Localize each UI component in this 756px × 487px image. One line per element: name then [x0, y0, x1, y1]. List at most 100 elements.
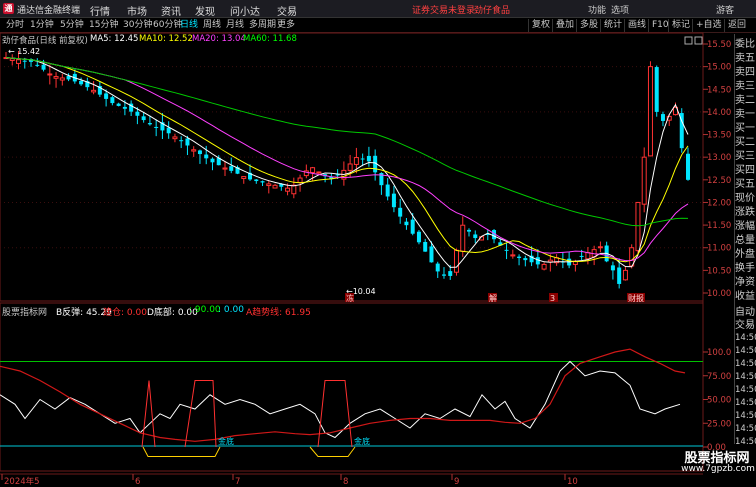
candle-body [241, 176, 247, 179]
candle-body [610, 265, 615, 271]
golden-bottom-label: 金底 [218, 436, 234, 446]
quote-row-label: 委比 [735, 39, 755, 50]
candle-body [547, 259, 553, 263]
candle-body [517, 256, 522, 258]
candle-body [104, 93, 109, 99]
trade-row-label: 14:50 [735, 411, 756, 421]
candle-body [360, 158, 365, 160]
chart-close-icon [694, 36, 703, 45]
build-pulse [141, 380, 156, 448]
time-tick-label: 8 [343, 477, 348, 487]
indicator-tick-label: 25.00 [707, 419, 731, 429]
trade-row-label: 14:50 [735, 385, 756, 395]
candle-body [504, 249, 509, 251]
indicator-tick-label: 75.00 [707, 372, 731, 382]
candle-body [9, 58, 15, 61]
ma60-line [5, 57, 689, 227]
time-tick-label: 7 [235, 477, 240, 487]
time-tick-label: 9 [454, 477, 459, 487]
quote-row-label: 收益 [735, 291, 755, 302]
indicator-name: 股票指标网 [2, 308, 48, 318]
watermark-url: www.7gpzb.com [681, 464, 755, 474]
candle-body [229, 166, 234, 171]
event-marker-label: 财报 [628, 293, 644, 303]
bottom-zone [142, 446, 221, 457]
candle-body [617, 267, 622, 284]
time-tick-label: 6 [135, 477, 140, 487]
ma5-line [5, 57, 689, 268]
quote-row-label: 卖四 [735, 67, 755, 78]
quote-row-label: 卖五 [735, 53, 755, 64]
price-tick-label: 14.50 [707, 85, 731, 95]
trade-row-label: 14:50 [735, 398, 756, 408]
candle-body [147, 123, 152, 125]
indicator-build: 建仓: 0.00 [103, 308, 147, 318]
b-rebound-line [0, 360, 681, 439]
candle-body [353, 157, 359, 165]
candle-body [154, 126, 159, 128]
quote-panel: 委比 卖五 卖四 卖三 卖二 卖一 买一 买二 买三 买四 买五 现价 涨跌 涨幅 总量 外盘 换手 净资 收益 [734, 34, 756, 304]
candle-body [635, 201, 641, 252]
candle-body [410, 219, 415, 234]
candle-body [135, 111, 140, 116]
candle-body [316, 171, 322, 174]
candle-body [35, 64, 40, 66]
quote-row-label: 涨跌 [735, 207, 755, 218]
price-tick-label: 15.50 [707, 40, 731, 50]
candle-body [660, 114, 665, 121]
candle-body [79, 80, 84, 85]
event-marker-label: 解 [489, 293, 497, 303]
candle-body [335, 174, 340, 176]
trade-row-label: 交易 [735, 320, 755, 331]
candle-body [266, 183, 272, 187]
candle-body [254, 179, 259, 182]
candle-body [429, 246, 434, 263]
price-tick-label: 14.00 [707, 108, 731, 118]
quote-row-label: 买五 [735, 179, 755, 190]
candle-body [204, 154, 209, 159]
candle-body [366, 155, 371, 162]
quote-row-label: 卖三 [735, 81, 755, 92]
candle-body [16, 59, 22, 64]
candle-body [141, 116, 146, 121]
candle-body [473, 234, 478, 239]
candle-body [467, 229, 472, 232]
trade-row-label: 14:50 [735, 333, 756, 343]
candle-body [47, 73, 53, 76]
a-trend-line [0, 348, 686, 442]
candle-body [647, 66, 653, 157]
quote-row-label: 换手 [735, 263, 755, 274]
indicator-90: : 90.00 [189, 305, 221, 315]
chart-zoom-icon [684, 36, 693, 45]
ma10-line [5, 57, 689, 263]
price-tick-label: 15.00 [707, 63, 731, 73]
candle-body [297, 177, 303, 183]
quote-row-label: 卖一 [735, 109, 755, 120]
price-tick-label: 13.50 [707, 131, 731, 141]
candle-body [654, 67, 659, 112]
time-tick-label: 10 [567, 477, 578, 487]
event-marker-label: 冻 [346, 293, 354, 303]
candle-body [22, 60, 27, 62]
quote-row-label: 卖二 [735, 95, 755, 106]
candle-body [423, 241, 428, 252]
quote-row-label: 总量 [735, 235, 755, 246]
candle-body [391, 193, 396, 208]
price-tick-label: 10.00 [707, 289, 731, 299]
candle-body [416, 231, 421, 243]
candle-body [185, 138, 190, 146]
indicator-0: : 0.00 [218, 305, 244, 315]
quote-row-label: 买二 [735, 137, 755, 148]
trade-row-label: 自动 [735, 307, 755, 318]
indicator-a: A趋势线: 61.95 [246, 308, 311, 318]
candle-body [41, 64, 46, 70]
quote-row-label: 买一 [735, 123, 755, 134]
candle-body [197, 150, 202, 155]
candle-body [541, 263, 547, 270]
candle-body [460, 224, 466, 252]
price-tick-label: 12.00 [707, 198, 731, 208]
quote-row-label: 买三 [735, 151, 755, 162]
candle-body [222, 167, 228, 170]
chart-canvas: 15.50 15.00 14.50 14.00 13.50 13.00 12.50 12.00… [0, 32, 731, 487]
quote-row-label: 外盘 [735, 249, 755, 260]
